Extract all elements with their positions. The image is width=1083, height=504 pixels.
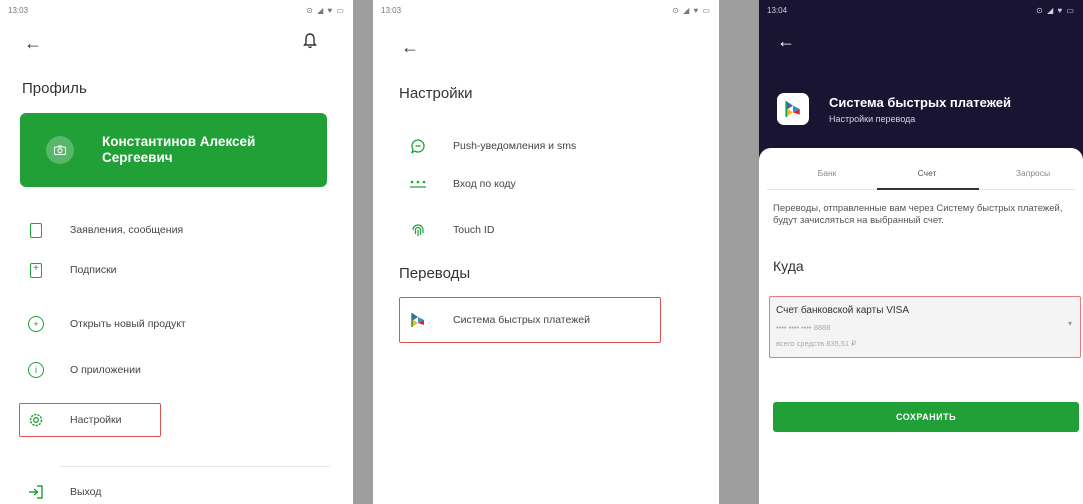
subscription-icon	[28, 262, 44, 278]
page-subtitle: Настройки перевода	[829, 114, 916, 124]
profile-name: Константинов Алексей Сергеевич	[102, 134, 256, 165]
menu-item-subscriptions[interactable]: Подписки	[28, 262, 117, 278]
status-bar: 13:03 ⊙ ◢ ♥ ▭	[0, 0, 353, 20]
back-arrow-icon[interactable]: ←	[24, 34, 42, 52]
status-icons: ⊙ ◢ ♥ ▭	[306, 5, 345, 15]
document-icon	[28, 222, 44, 238]
page-title: Профиль	[22, 80, 87, 97]
settings-sheet: Банк Счет Запросы Переводы, отправленные…	[759, 148, 1083, 504]
menu-item-applications[interactable]: Заявления, сообщения	[28, 222, 183, 238]
profile-screen: 13:03 ⊙ ◢ ♥ ▭ ← Профиль Константинов Але…	[0, 0, 353, 504]
tab-bank[interactable]: Банк	[777, 168, 877, 178]
menu-item-label: О приложении	[70, 364, 141, 376]
save-button[interactable]: СОХРАНИТЬ	[773, 402, 1079, 432]
gear-icon	[28, 412, 44, 428]
settings-item-label: Touch ID	[453, 224, 495, 236]
menu-item-settings[interactable]: Настройки	[28, 412, 122, 428]
menu-item-label: Настройки	[70, 414, 122, 426]
status-icons: ⊙ ◢ ♥ ▭	[672, 5, 711, 15]
status-time: 13:03	[8, 5, 29, 15]
tab-account[interactable]: Счет	[877, 168, 977, 178]
settings-item-push[interactable]: Push-уведомления и sms	[409, 138, 576, 154]
account-balance: всего средств 835,51 ₽	[776, 339, 856, 348]
status-time: 13:03	[381, 5, 402, 15]
pin-code-icon	[409, 179, 427, 189]
active-tab-indicator	[877, 188, 979, 190]
menu-item-new-product[interactable]: + Открыть новый продукт	[28, 316, 186, 332]
status-time: 13:04	[767, 5, 788, 15]
section-title-transfers: Переводы	[399, 265, 471, 282]
status-bar: 13:04 ⊙ ◢ ♥ ▭	[759, 0, 1083, 20]
status-bar: 13:03 ⊙ ◢ ♥ ▭	[373, 0, 719, 20]
settings-item-label: Push-уведомления и sms	[453, 140, 577, 152]
settings-item-label: Вход по коду	[453, 178, 516, 190]
info-text: Переводы, отправленные вам через Систему…	[773, 203, 1063, 226]
header-background	[759, 20, 1083, 160]
sbp-logo-icon	[777, 93, 809, 125]
account-select[interactable]: Счет банковской карты VISA •••• •••• •••…	[769, 296, 1081, 358]
menu-item-about[interactable]: i О приложении	[28, 362, 141, 378]
menu-item-label: Открыть новый продукт	[70, 318, 186, 330]
account-number: •••• •••• •••• 8888	[776, 323, 831, 332]
menu-item-label: Выход	[70, 486, 102, 498]
tab-requests[interactable]: Запросы	[983, 168, 1083, 178]
chevron-down-icon: ▾	[1067, 319, 1072, 328]
section-title-destination: Куда	[773, 258, 804, 274]
fingerprint-icon	[409, 222, 427, 238]
settings-item-pin[interactable]: Вход по коду	[409, 178, 516, 190]
status-icons: ⊙ ◢ ♥ ▭	[1036, 5, 1075, 15]
menu-item-label: Заявления, сообщения	[70, 224, 184, 236]
tab-bar: Банк Счет Запросы	[759, 166, 1083, 188]
page-title: Система быстрых платежей	[829, 95, 1011, 110]
back-arrow-icon[interactable]: ←	[401, 38, 419, 56]
account-name: Счет банковской карты VISA	[776, 305, 909, 316]
logout-icon	[28, 484, 44, 500]
back-arrow-icon[interactable]: ←	[777, 32, 795, 50]
info-icon: i	[28, 362, 44, 378]
add-circle-icon: +	[28, 316, 44, 332]
menu-item-label: Подписки	[70, 264, 117, 276]
settings-item-sbp[interactable]: Система быстрых платежей	[409, 312, 590, 328]
settings-item-label: Система быстрых платежей	[453, 314, 590, 326]
settings-screen: 13:03 ⊙ ◢ ♥ ▭ ← Настройки Push-уведомлен…	[373, 0, 719, 504]
settings-item-touchid[interactable]: Touch ID	[409, 222, 494, 238]
bell-icon[interactable]	[303, 33, 317, 54]
notification-icon	[409, 138, 427, 154]
sbp-settings-screen: 13:04 ⊙ ◢ ♥ ▭ ← Система быстрых платежей…	[759, 0, 1083, 504]
menu-item-logout[interactable]: Выход	[28, 484, 101, 500]
page-title: Настройки	[399, 85, 473, 102]
profile-card[interactable]: Константинов Алексей Сергеевич	[20, 113, 327, 187]
sbp-logo-icon	[409, 312, 427, 328]
divider	[60, 466, 330, 467]
camera-icon[interactable]	[46, 136, 74, 164]
